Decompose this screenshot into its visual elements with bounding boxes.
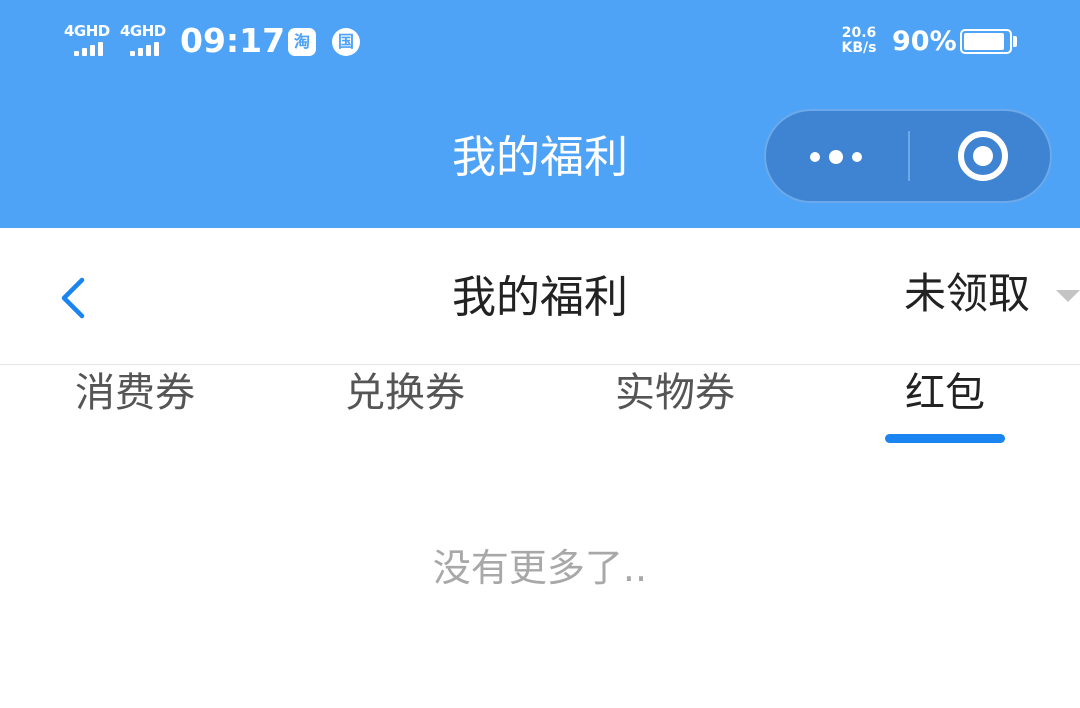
tab-exchange-coupon[interactable]: 兑换券 <box>270 365 540 450</box>
more-dots-icon <box>852 152 862 162</box>
clock: 09:17 <box>180 21 286 60</box>
signal-label-1: 4GHD <box>64 22 110 40</box>
battery-icon <box>960 29 1012 54</box>
target-close-icon-dot <box>973 146 993 166</box>
caret-down-icon <box>1056 290 1080 302</box>
back-button[interactable] <box>50 268 100 324</box>
empty-list-message: 没有更多了.. <box>432 546 648 590</box>
battery-cap <box>1013 36 1017 47</box>
mini-program-title: 我的福利 <box>452 132 628 183</box>
status-bar: 4GHD 4GHD 09:17 淘 国 20.6 KB/s 90% <box>0 0 1080 84</box>
active-tab-indicator <box>885 434 1005 443</box>
tab-physical-coupon[interactable]: 实物券 <box>540 365 810 450</box>
signal-label-2: 4GHD <box>120 22 166 40</box>
guo-app-icon: 国 <box>332 28 360 56</box>
status-filter-dropdown[interactable]: 未领取 <box>890 264 1080 324</box>
filter-label: 未领取 <box>904 269 1031 318</box>
tab-consumption-coupon[interactable]: 消费券 <box>0 365 270 450</box>
battery-level-fill <box>964 33 1004 50</box>
chevron-left-icon <box>61 277 85 319</box>
mini-program-header: 4GHD 4GHD 09:17 淘 国 20.6 KB/s 90% 我的福利 <box>0 0 1080 228</box>
close-mini-program-button[interactable] <box>910 111 1050 201</box>
network-speed: 20.6 KB/s <box>838 26 880 56</box>
more-dots-icon <box>810 152 820 162</box>
battery-percent: 90% <box>892 26 957 57</box>
page-title: 我的福利 <box>452 272 628 323</box>
page-nav-bar: 我的福利 未领取 <box>0 228 1080 365</box>
signal-strength-2: 4GHD <box>120 22 170 58</box>
more-dots-icon <box>829 150 843 164</box>
network-speed-value: 20.6 <box>841 25 877 41</box>
mini-program-capsule <box>764 109 1052 203</box>
more-button[interactable] <box>766 111 908 201</box>
signal-strength-1: 4GHD <box>64 22 114 58</box>
taobao-app-icon: 淘 <box>288 28 316 56</box>
network-speed-unit: KB/s <box>841 40 877 56</box>
